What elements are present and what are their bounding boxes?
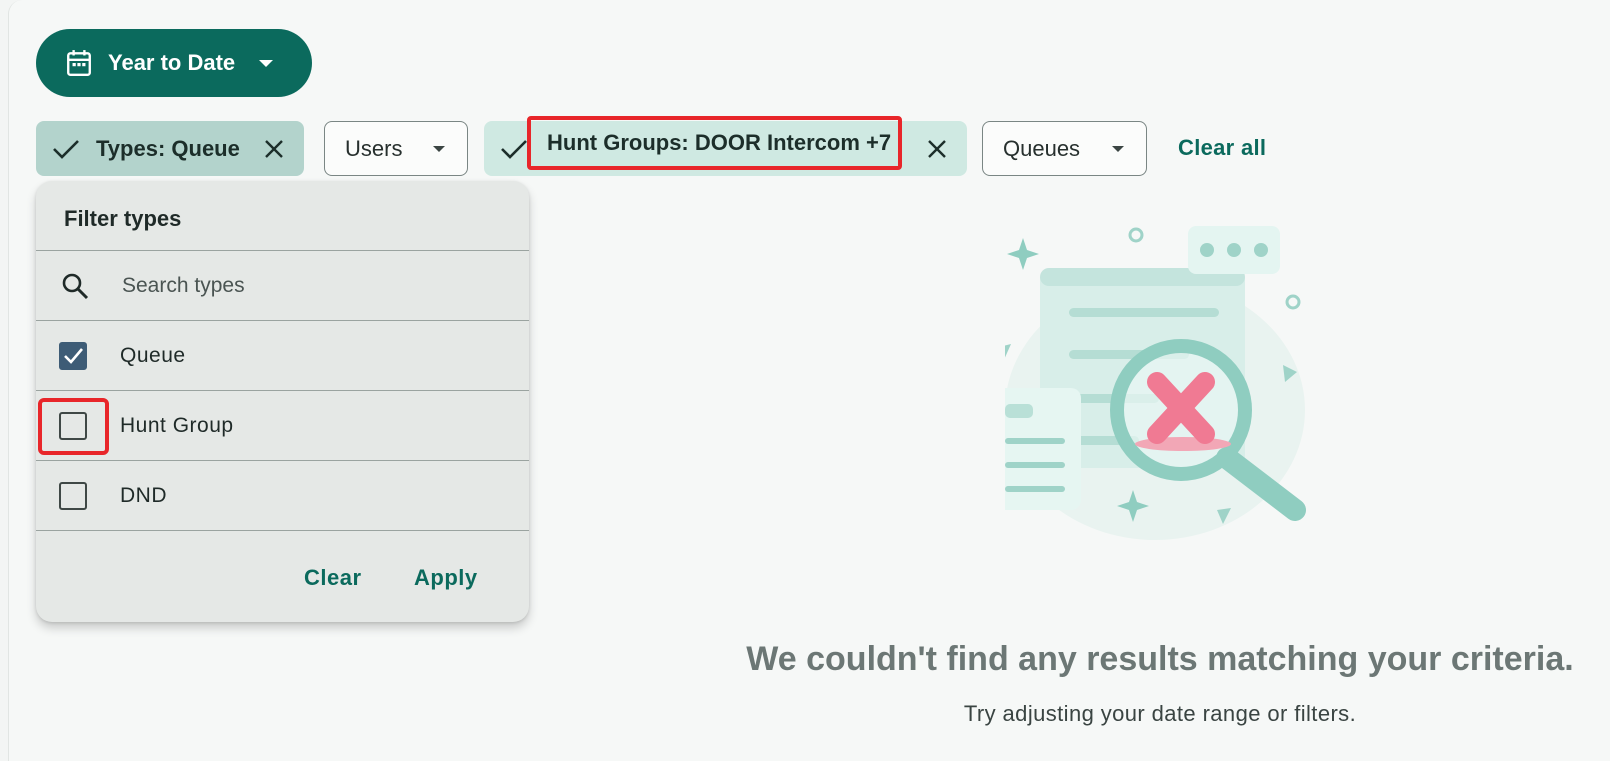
no-results-illustration bbox=[1005, 226, 1306, 540]
option-label: Queue bbox=[120, 343, 186, 367]
types-chip-label: Types: Queue bbox=[96, 135, 240, 161]
queue-checkbox[interactable] bbox=[59, 341, 87, 370]
search-icon bbox=[62, 273, 89, 299]
clear-button[interactable]: Clear bbox=[304, 565, 362, 591]
option-hunt-group[interactable]: Hunt Group bbox=[36, 390, 529, 460]
users-filter-chip[interactable]: Users bbox=[324, 121, 468, 176]
panel-title: Filter types bbox=[64, 206, 182, 231]
hunt-groups-filter-chip[interactable]: Hunt Groups: DOOR Intercom +7 bbox=[484, 116, 967, 176]
option-dnd[interactable]: DND bbox=[36, 460, 529, 530]
hunt-groups-chip-label: Hunt Groups: DOOR Intercom +7 bbox=[527, 116, 902, 170]
close-icon[interactable] bbox=[264, 139, 284, 159]
hunt-group-checkbox[interactable] bbox=[59, 411, 87, 440]
chevron-down-icon bbox=[433, 145, 445, 152]
chevron-down-icon bbox=[259, 59, 274, 67]
chevron-down-icon bbox=[1112, 145, 1124, 152]
divider bbox=[36, 530, 529, 531]
empty-state-title: We couldn't find any results matching yo… bbox=[746, 640, 1574, 678]
users-chip-label: Users bbox=[345, 135, 403, 161]
dnd-checkbox[interactable] bbox=[59, 481, 87, 510]
option-label: Hunt Group bbox=[120, 413, 234, 437]
close-icon[interactable] bbox=[927, 139, 947, 159]
date-range-button[interactable]: Year to Date bbox=[36, 29, 312, 97]
date-range-label: Year to Date bbox=[108, 50, 236, 75]
option-label: DND bbox=[120, 483, 167, 507]
queues-chip-label: Queues bbox=[1003, 135, 1081, 161]
search-input[interactable] bbox=[120, 269, 504, 303]
check-icon bbox=[64, 347, 83, 364]
filter-types-panel: Filter types Queue Hunt Group DND Clear … bbox=[36, 181, 529, 622]
queues-filter-chip[interactable]: Queues bbox=[982, 121, 1147, 176]
empty-state-subtitle: Try adjusting your date range or filters… bbox=[963, 701, 1357, 726]
calendar-icon bbox=[67, 50, 91, 77]
check-icon bbox=[53, 139, 79, 159]
check-icon bbox=[501, 139, 527, 159]
search-row bbox=[36, 250, 529, 320]
option-queue[interactable]: Queue bbox=[36, 320, 529, 390]
types-filter-chip[interactable]: Types: Queue bbox=[36, 121, 304, 176]
clear-all-button[interactable]: Clear all bbox=[1178, 135, 1266, 161]
apply-button[interactable]: Apply bbox=[414, 565, 478, 591]
